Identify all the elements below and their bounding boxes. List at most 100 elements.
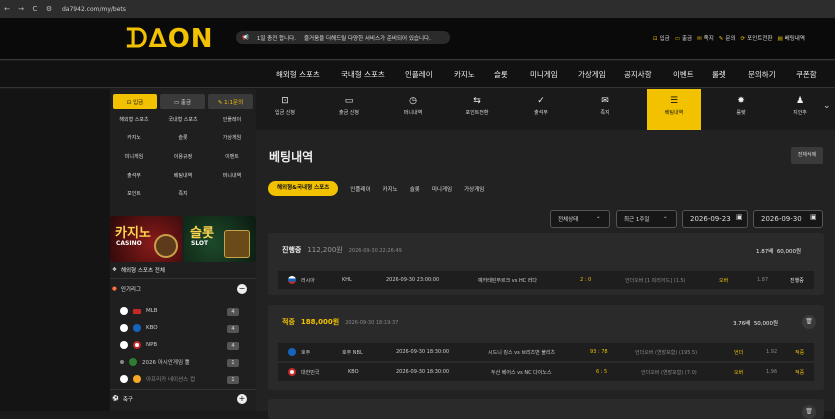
sidebar-item-minigame[interactable]: 미니게임	[110, 150, 158, 164]
popular-leagues-header[interactable]: ● 인기리그	[112, 285, 141, 293]
date-to-input[interactable]: 2026-09-30 ▣	[753, 210, 823, 228]
nav-coupon[interactable]: 쿠폰함	[796, 69, 817, 80]
sidebar-item-event[interactable]: 이벤트	[208, 150, 256, 164]
tab-slot[interactable]: 슬롯	[410, 185, 420, 193]
league-item-kbo[interactable]: KBO	[120, 324, 158, 332]
soccer-label: 축구	[122, 397, 133, 403]
sidebar-item-virtual[interactable]: 가상게임	[208, 131, 256, 145]
subnav-money-history[interactable]: ◷ 머니내역	[384, 89, 442, 130]
nav-inquiry[interactable]: 문의하기	[748, 69, 776, 80]
trash-icon[interactable]: 🗑	[802, 315, 816, 329]
nav-domestic-sports[interactable]: 국내형 스포츠	[341, 69, 385, 80]
league-count: 4	[227, 325, 239, 333]
table-row: 러시아 KHL 2026-09-30 23:00:00 예카테린부르크 vs H…	[278, 271, 814, 289]
trash-icon[interactable]: 🗑	[802, 405, 816, 419]
delete-all-button[interactable]: 전체삭제	[791, 147, 823, 164]
sidebar-item-rules[interactable]: 이용규정	[159, 150, 207, 164]
back-button[interactable]: ←	[0, 5, 14, 13]
nav-virtual[interactable]: 가상게임	[578, 69, 606, 80]
site-info-icon[interactable]: ⚙	[42, 5, 56, 13]
casino-banner[interactable]: 카지노 CASINO	[110, 216, 182, 262]
nav-roulette[interactable]: 룰렛	[712, 69, 726, 80]
sidebar-item-inplay[interactable]: 인플레이	[208, 113, 256, 127]
bet-win-amount: 50,000원	[753, 321, 779, 327]
account-subnav: ⊡ 입금 신청 ▭ 출금 신청 ◷ 머니내역 ⇆ 포인트전환 ✓ 출석부 ✉ 족지 ☰ 베팅내…	[256, 89, 835, 130]
flag-icon	[133, 308, 141, 314]
period-select[interactable]: 최근 1주일 ⌄	[616, 210, 677, 228]
subnav-withdraw[interactable]: ▭ 출금 신청	[320, 89, 378, 130]
sidebar-withdraw-button[interactable]: ▭ 출금	[160, 94, 205, 109]
bet-amount: 188,000원	[300, 318, 340, 326]
reload-button[interactable]: C	[28, 5, 42, 13]
swap-icon: ⇆	[473, 96, 481, 106]
row-match: 시드니 킹스 vs 브리즈번 불리츠	[488, 350, 556, 356]
toplink-inquiry[interactable]: ✎ 문의	[719, 34, 736, 42]
subnav-attendance[interactable]: ✓ 출석부	[512, 89, 570, 130]
forward-button[interactable]: →	[14, 5, 28, 13]
slot-banner[interactable]: 슬롯 SLOT	[184, 216, 256, 262]
sidebar-item-bet-history[interactable]: 베팅내역	[159, 169, 207, 183]
nav-event[interactable]: 이벤트	[673, 69, 694, 80]
toplink-bet-history[interactable]: ▤ 베팅내역	[777, 34, 804, 42]
fire-icon: ●	[112, 286, 117, 292]
tab-casino[interactable]: 카지노	[383, 185, 398, 193]
bet-status: 진행중	[282, 246, 302, 254]
row-league: 호주 NBL	[342, 350, 363, 356]
league-item-npb[interactable]: NPB	[120, 341, 157, 349]
subnav-roulette[interactable]: ✸ 룰렛	[712, 89, 770, 130]
row-time: 2026-09-30 23:00:00	[386, 277, 440, 283]
sidebar-item-casino[interactable]: 카지노	[110, 131, 158, 145]
tab-virtual[interactable]: 가상게임	[464, 185, 484, 193]
sidebar-item-message[interactable]: 족지	[159, 187, 207, 201]
sidebar-item-overseas-sports[interactable]: 해외형 스포츠	[110, 113, 158, 127]
sidebar-item-points[interactable]: 포인트	[110, 187, 158, 201]
table-row: 호주 호주 NBL 2026-09-30 18:30:00 시드니 킹스 vs …	[278, 343, 814, 361]
toplink-message[interactable]: ✉ 족지	[697, 34, 714, 42]
league-item-asian-games[interactable]: 2026 아시안게임 툴	[120, 358, 190, 366]
browser-toolbar: ← → C ⚙ da7942.com/my/bets	[0, 0, 835, 18]
user-icon: ♟	[795, 96, 805, 106]
notice-text-right: 즐거움을 더해드릴 다양한 서비스가 준비되어 있습니다.	[303, 35, 431, 42]
tab-minigame[interactable]: 미니게임	[432, 185, 452, 193]
all-sports-link[interactable]: ❖ 해외형 스포츠 전체	[112, 266, 165, 274]
subnav-message[interactable]: ✉ 족지	[576, 89, 634, 130]
subnav-deposit[interactable]: ⊡ 입금 신청	[256, 89, 314, 130]
chevron-down-icon[interactable]: ⌄	[823, 101, 831, 111]
site-logo[interactable]: ᗪ∆ON	[126, 25, 214, 53]
toplink-deposit[interactable]: ⊡ 입금	[653, 34, 670, 42]
soccer-link[interactable]: ⚽ 축구	[112, 395, 133, 403]
bet-summary: 3.76배 50,000원	[733, 319, 778, 327]
status-select[interactable]: 전체상태 ⌄	[550, 210, 610, 228]
flag-icon	[133, 324, 141, 332]
nav-inplay[interactable]: 인플레이	[405, 69, 433, 80]
league-item-afcon[interactable]: 아프리카 네이션스 컵	[120, 375, 195, 383]
nav-notice[interactable]: 공지사항	[624, 69, 652, 80]
address-bar[interactable]: da7942.com/my/bets	[62, 6, 126, 13]
league-count: 1	[227, 376, 239, 384]
subnav-point-convert[interactable]: ⇆ 포인트전환	[448, 89, 506, 130]
subnav-referral[interactable]: ♟ 지인추	[776, 89, 824, 130]
tab-sports[interactable]: 해외형&국내형 스포츠	[268, 181, 339, 196]
sidebar-item-money-history[interactable]: 머니내역	[208, 169, 256, 183]
collapse-icon[interactable]: −	[237, 284, 247, 294]
flag-icon	[288, 276, 296, 284]
bet-odds-total: 1.87배	[756, 249, 774, 255]
toplink-point-convert[interactable]: ⟳ 포인트전환	[741, 34, 773, 42]
sidebar-item-attendance[interactable]: 출석부	[110, 169, 158, 183]
dot-icon	[120, 360, 124, 364]
sidebar-inquiry-button[interactable]: ✎ 1:1문의	[208, 94, 253, 109]
nav-minigame[interactable]: 미니게임	[530, 69, 558, 80]
league-item-mlb[interactable]: MLB	[120, 307, 158, 315]
date-from-input[interactable]: 2026-09-23 ▣	[682, 210, 748, 228]
sidebar-item-slot[interactable]: 슬롯	[159, 131, 207, 145]
nav-casino[interactable]: 카지노	[454, 69, 475, 80]
nav-overseas-sports[interactable]: 해외형 스포츠	[276, 69, 320, 80]
expand-icon[interactable]: +	[237, 394, 247, 404]
toplink-withdraw[interactable]: ▭ 출금	[675, 34, 692, 42]
sidebar-item-domestic-sports[interactable]: 국내형 스포츠	[159, 113, 207, 127]
tab-inplay[interactable]: 인플레이	[350, 185, 370, 193]
bet-type-tabs: 해외형&국내형 스포츠 인플레이 카지노 슬롯 미니게임 가상게임	[268, 181, 496, 196]
sidebar-deposit-button[interactable]: ⊡ 입금	[113, 94, 157, 109]
nav-slot[interactable]: 슬롯	[494, 69, 508, 80]
subnav-bet-history[interactable]: ☰ 베팅내역	[647, 89, 701, 130]
